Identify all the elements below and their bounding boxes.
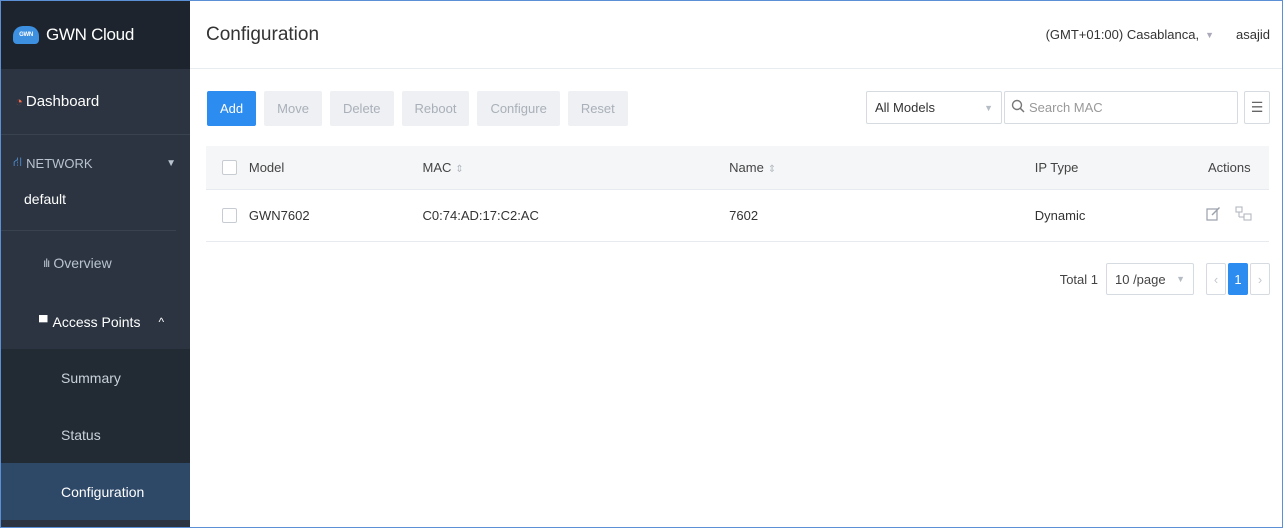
access-points-submenu: Summary Status Configuration bbox=[1, 349, 190, 520]
sidebar: GWN GWN Cloud ◔ Dashboard ⛙ NETWORK ▼ de… bbox=[1, 1, 190, 527]
cloud-logo-icon: GWN bbox=[13, 26, 39, 44]
page-button[interactable]: 1 bbox=[1228, 263, 1248, 295]
caret-down-icon: ▼ bbox=[166, 157, 176, 169]
select-all-checkbox[interactable] bbox=[222, 160, 237, 175]
brand-name: GWN Cloud bbox=[46, 25, 134, 44]
hamburger-icon: ☰ bbox=[1250, 99, 1264, 115]
model-filter-select[interactable]: All Models ▼ bbox=[866, 91, 1002, 124]
timezone-selector[interactable]: (GMT+01:00) Casablanca, ▼ bbox=[1046, 27, 1214, 42]
main-content: Add Move Delete Reboot Configure Reset A… bbox=[190, 69, 1282, 527]
cell-ip-type: Dynamic bbox=[1034, 208, 1086, 223]
sort-icon[interactable]: ⇕ bbox=[455, 164, 463, 175]
cell-name: 7602 bbox=[729, 208, 759, 223]
timezone-label: (GMT+01:00) Casablanca, bbox=[1045, 27, 1200, 42]
page-size-value: 10 /page bbox=[1115, 271, 1166, 287]
network-selector[interactable]: ⛙ NETWORK ▼ bbox=[1, 135, 190, 191]
caret-down-icon: ▼ bbox=[984, 102, 993, 113]
access-point-icon: ▀ bbox=[39, 315, 48, 329]
chevron-up-icon: ^ bbox=[158, 315, 165, 329]
column-header-label: Name bbox=[729, 160, 764, 175]
action-toolbar: Add Move Delete Reboot Configure Reset bbox=[207, 91, 636, 126]
sidebar-item-label: Dashboard bbox=[25, 93, 100, 110]
cell-actions bbox=[1190, 206, 1269, 225]
configure-button[interactable]: Configure bbox=[477, 91, 560, 126]
column-header-ip-type: IP Type bbox=[1034, 160, 1079, 175]
sidebar-item-dashboard[interactable]: ◔ Dashboard bbox=[1, 69, 190, 135]
network-label: NETWORK bbox=[26, 155, 93, 171]
sidebar-item-label: Access Points bbox=[52, 314, 141, 330]
page-size-select[interactable]: 10 /page ▼ bbox=[1106, 263, 1194, 295]
column-header-name[interactable]: Name ⇕ bbox=[729, 160, 1035, 175]
sidebar-item-overview[interactable]: ılı Overview bbox=[1, 231, 190, 295]
caret-down-icon: ▼ bbox=[1205, 29, 1215, 40]
table-header: Model MAC ⇕ Name ⇕ IP Type Actions bbox=[206, 146, 1269, 190]
search-icon bbox=[1011, 99, 1025, 116]
gauge-icon: ◔ bbox=[15, 94, 23, 109]
table-row: GWN7602 C0:74:AD:17:C2:AC 7602 Dynamic bbox=[206, 190, 1269, 242]
prev-page-button[interactable]: ‹ bbox=[1206, 263, 1226, 295]
sort-icon[interactable]: ⇕ bbox=[768, 164, 776, 175]
total-count: Total 1 bbox=[1059, 271, 1098, 287]
chevron-left-icon: ‹ bbox=[1213, 271, 1219, 287]
network-tree-icon: ⛙ bbox=[13, 154, 23, 169]
bar-chart-icon: ılı bbox=[43, 256, 50, 270]
column-header-label: MAC bbox=[422, 160, 452, 175]
column-menu-button[interactable]: ☰ bbox=[1244, 91, 1270, 124]
brand[interactable]: GWN GWN Cloud bbox=[1, 1, 190, 69]
sidebar-item-access-points[interactable]: ▀ Access Points ^ bbox=[1, 295, 190, 349]
model-filter-value: All Models bbox=[875, 100, 935, 115]
pagination: Total 1 10 /page ▼ ‹ 1 › bbox=[1060, 263, 1270, 295]
sidebar-item-status[interactable]: Status bbox=[1, 406, 190, 463]
reset-button[interactable]: Reset bbox=[567, 91, 628, 126]
sidebar-item-configuration[interactable]: Configuration bbox=[1, 463, 190, 520]
cell-mac: C0:74:AD:17:C2:AC bbox=[422, 208, 539, 223]
reboot-button[interactable]: Reboot bbox=[401, 91, 470, 126]
page-title: Configuration bbox=[206, 23, 320, 45]
search-mac-input[interactable] bbox=[1029, 100, 1219, 115]
topology-icon[interactable] bbox=[1235, 206, 1252, 225]
move-button[interactable]: Move bbox=[264, 91, 322, 126]
network-name[interactable]: default bbox=[1, 191, 176, 231]
column-header-model: Model bbox=[248, 160, 285, 175]
caret-down-icon: ▼ bbox=[1176, 274, 1185, 284]
row-checkbox[interactable] bbox=[222, 208, 237, 223]
delete-button[interactable]: Delete bbox=[329, 91, 394, 126]
column-header-actions: Actions bbox=[1207, 160, 1251, 175]
column-header-mac[interactable]: MAC ⇕ bbox=[423, 160, 730, 175]
search-box bbox=[1004, 91, 1238, 124]
edit-icon[interactable] bbox=[1206, 206, 1221, 225]
filter-bar: All Models ▼ ☰ bbox=[866, 91, 1270, 124]
cell-model: GWN7602 bbox=[248, 208, 310, 223]
chevron-right-icon: › bbox=[1257, 271, 1263, 287]
user-menu[interactable]: asajid bbox=[1236, 27, 1270, 42]
devices-table: Model MAC ⇕ Name ⇕ IP Type Actions GWN7602… bbox=[206, 146, 1269, 242]
next-page-button[interactable]: › bbox=[1250, 263, 1270, 295]
page-header: Configuration (GMT+01:00) Casablanca, ▼ … bbox=[190, 1, 1282, 69]
add-button[interactable]: Add bbox=[207, 91, 257, 126]
config-panel: Add Move Delete Reboot Configure Reset A… bbox=[190, 69, 1282, 527]
sidebar-item-summary[interactable]: Summary bbox=[1, 349, 190, 406]
sidebar-item-label: Overview bbox=[53, 255, 112, 271]
